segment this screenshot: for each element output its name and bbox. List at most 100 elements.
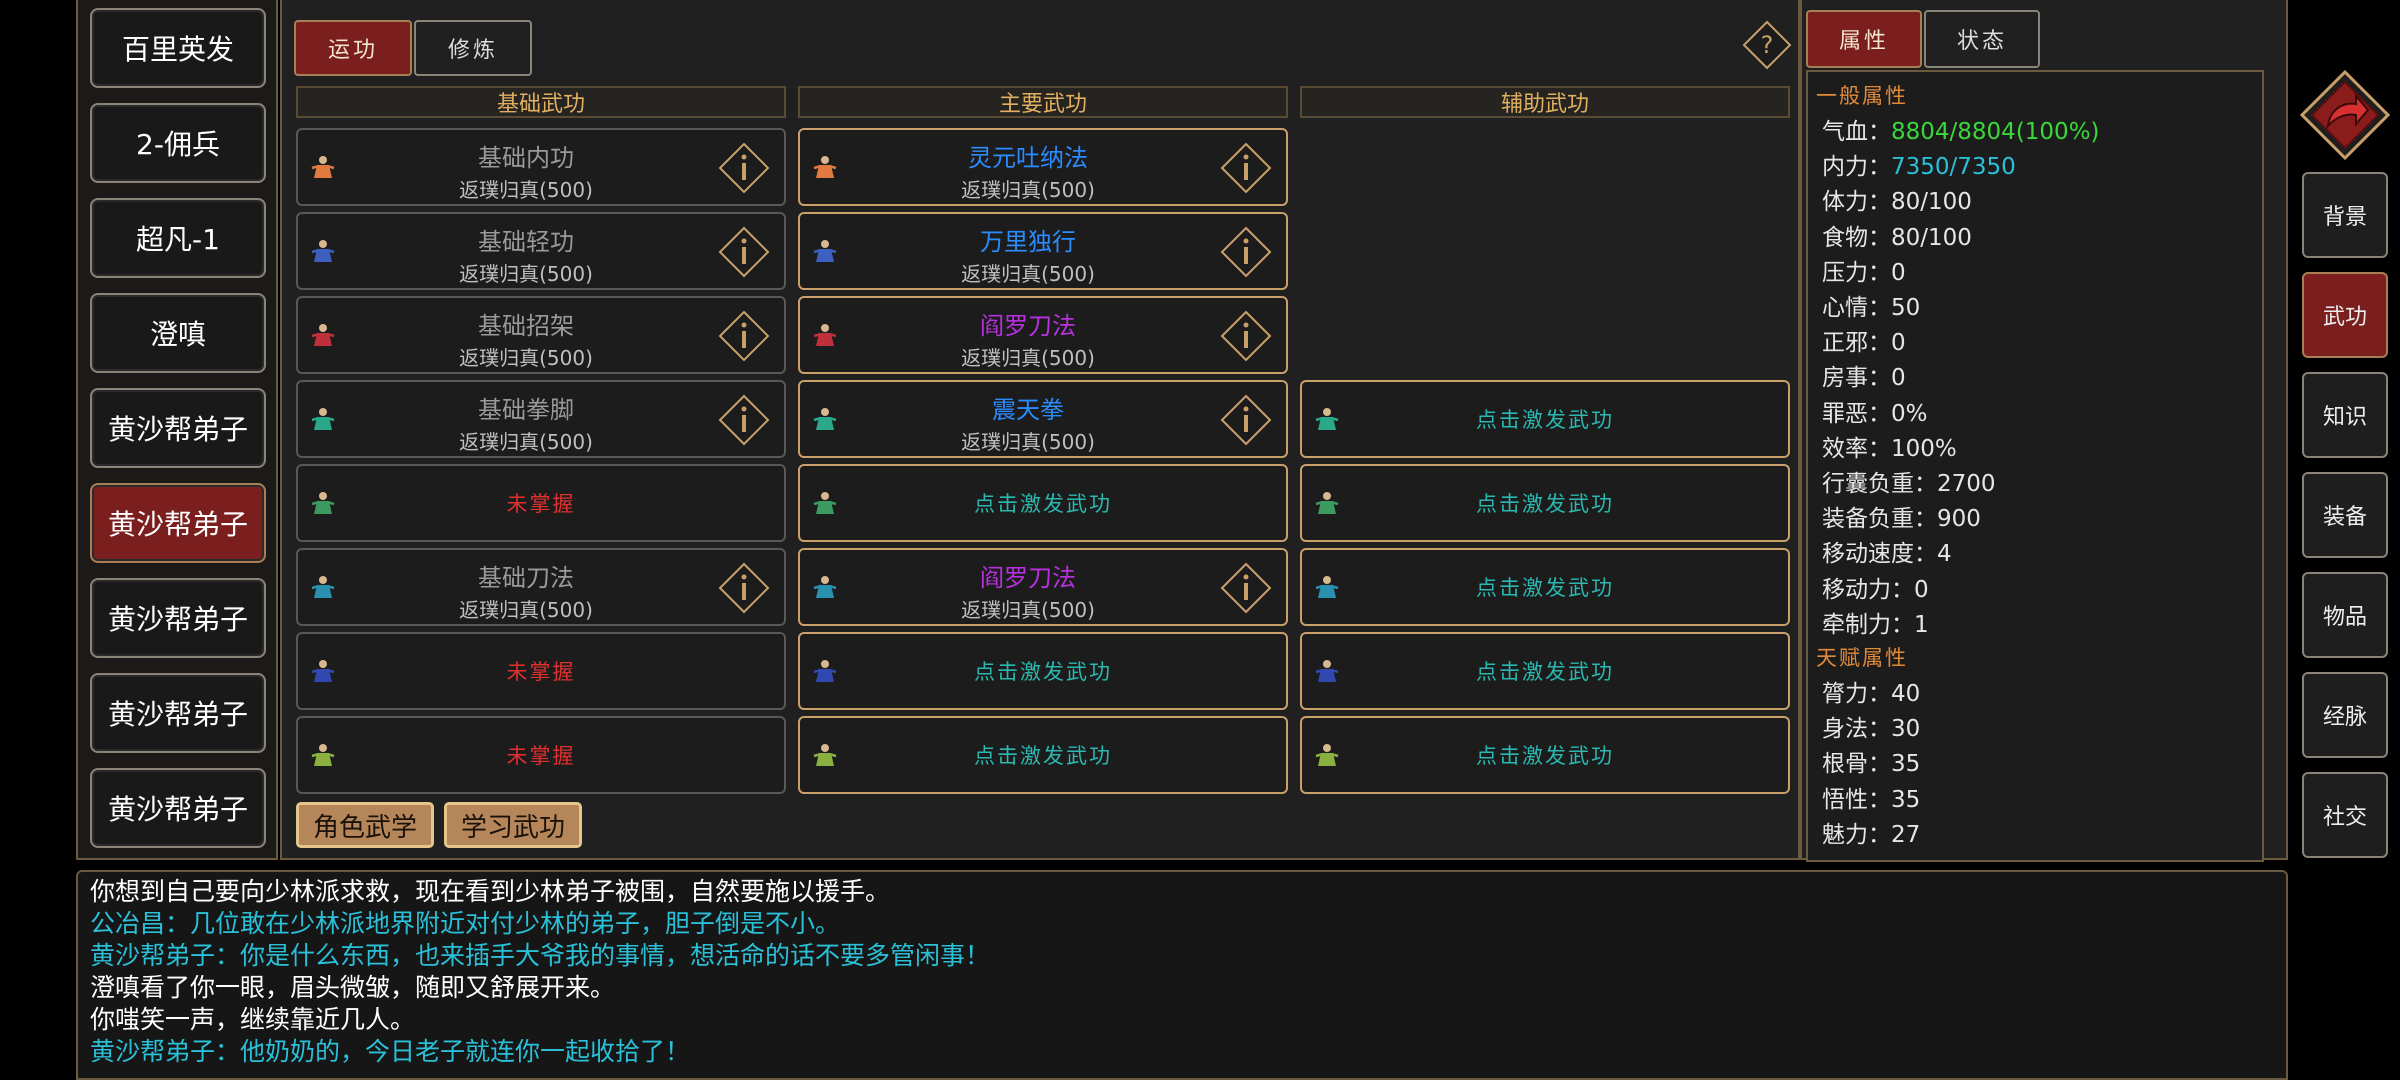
attribute-row: 行囊负重：2700 — [1822, 464, 1996, 498]
attribute-label: 移动力： — [1822, 576, 1914, 603]
skill-slot-basic[interactable]: 基础招架 返璞归真(500) — [296, 296, 786, 374]
tab-xiulian[interactable]: 修炼 — [414, 20, 532, 76]
skill-slot-aux[interactable]: 点击激发武功 — [1300, 464, 1790, 542]
attribute-value: 50 — [1891, 295, 1921, 321]
skill-slot-main[interactable]: 震天拳 返璞归真(500) — [798, 380, 1288, 458]
activate-skill-label: 点击激发武功 — [974, 492, 1112, 516]
fist-icon — [1315, 408, 1339, 430]
skill-slot-aux[interactable]: 点击激发武功 — [1300, 548, 1790, 626]
attribute-label: 身法： — [1822, 716, 1891, 743]
attribute-row: 气血：8804/8804(100%) — [1822, 112, 2100, 146]
help-icon[interactable]: ? — [1742, 20, 1792, 70]
activate-skill-label: 点击激发武功 — [1476, 660, 1614, 684]
skill-level: 返璞归真(500) — [459, 598, 593, 622]
nav-button[interactable]: 经脉 — [2302, 672, 2388, 758]
character-button[interactable]: 黄沙帮弟子 — [90, 388, 266, 468]
info-icon[interactable] — [1220, 226, 1272, 278]
attribute-row: 根骨：35 — [1822, 744, 1920, 778]
back-arrow-icon[interactable] — [2298, 68, 2392, 162]
skill-slot-aux[interactable]: 点击激发武功 — [1300, 716, 1790, 794]
attribute-row: 移动力：0 — [1822, 570, 1929, 604]
attribute-label: 体力： — [1822, 189, 1891, 216]
nav-button[interactable]: 背景 — [2302, 172, 2388, 258]
info-icon[interactable] — [718, 226, 770, 278]
info-icon[interactable] — [718, 562, 770, 614]
activate-skill-label: 点击激发武功 — [1476, 744, 1614, 768]
attribute-label: 罪恶： — [1822, 400, 1891, 427]
attribute-panel: 属性 状态 一般属性 气血：8804/8804(100%) 内力：7350/7350… — [1800, 0, 2288, 862]
skill-slot-basic[interactable]: 基础内功 返璞归真(500) — [296, 128, 786, 206]
skill-slot-main[interactable]: 阎罗刀法 返璞归真(500) — [798, 296, 1288, 374]
learn-martial-button[interactable]: 学习武功 — [444, 802, 582, 848]
attribute-label: 内力： — [1822, 154, 1891, 181]
nav-button[interactable]: 物品 — [2302, 572, 2388, 658]
skill-name: 灵元吐纳法 — [968, 144, 1088, 172]
info-icon[interactable] — [718, 394, 770, 446]
skill-slot-main[interactable]: 点击激发武功 — [798, 632, 1288, 710]
skill-slot-basic[interactable]: 基础刀法 返璞归真(500) — [296, 548, 786, 626]
skill-slot-basic[interactable]: 未掌握 — [296, 464, 786, 542]
character-button[interactable]: 超凡-1 — [90, 198, 266, 278]
skill-slot-aux[interactable]: 点击激发武功 — [1300, 380, 1790, 458]
attribute-value: 0% — [1891, 400, 1928, 427]
unlearned-label: 未掌握 — [506, 660, 576, 684]
nav-button[interactable]: 知识 — [2302, 372, 2388, 458]
character-button[interactable]: 黄沙帮弟子 — [90, 578, 266, 658]
attribute-value: 7350/7350 — [1891, 154, 2016, 181]
nav-button[interactable]: 武功 — [2302, 272, 2388, 358]
skill-slot-main[interactable]: 阎罗刀法 返璞归真(500) — [798, 548, 1288, 626]
tab-yungong[interactable]: 运功 — [294, 20, 412, 76]
column-header-basic: 基础武功 — [296, 86, 786, 118]
character-button[interactable]: 2-佣兵 — [90, 103, 266, 183]
attribute-label: 正邪： — [1822, 330, 1891, 357]
nav-button[interactable]: 社交 — [2302, 772, 2388, 858]
attribute-value: 0 — [1891, 259, 1906, 286]
skill-slot-basic[interactable]: 未掌握 — [296, 632, 786, 710]
info-icon[interactable] — [1220, 310, 1272, 362]
skill-level: 返璞归真(500) — [961, 430, 1095, 454]
info-icon[interactable] — [1220, 142, 1272, 194]
skill-slot-aux[interactable]: 点击激发武功 — [1300, 632, 1790, 710]
attribute-value: 80/100 — [1891, 189, 1972, 216]
skill-slot-main[interactable]: 点击激发武功 — [798, 464, 1288, 542]
attribute-list[interactable]: 一般属性 气血：8804/8804(100%) 内力：7350/7350 体力：80/… — [1806, 70, 2264, 862]
activate-skill-label: 点击激发武功 — [1476, 576, 1614, 600]
info-icon[interactable] — [718, 142, 770, 194]
character-button[interactable]: 黄沙帮弟子 — [90, 768, 266, 848]
skill-slot-main[interactable]: 点击激发武功 — [798, 716, 1288, 794]
message-log[interactable]: 你想到自己要向少林派求救，现在看到少林弟子被围，自然要施以援手。 公冶昌：几位敢在… — [76, 870, 2288, 1080]
attribute-label: 膂力： — [1822, 681, 1891, 707]
tab-attributes[interactable]: 属性 — [1806, 10, 1922, 68]
character-button[interactable]: 百里英发 — [90, 8, 266, 88]
attribute-value: 0 — [1891, 330, 1906, 357]
skill-slot-basic[interactable]: 基础拳脚 返璞归真(500) — [296, 380, 786, 458]
character-button[interactable]: 澄嗔 — [90, 293, 266, 373]
skill-slot-main[interactable]: 万里独行 返璞归真(500) — [798, 212, 1288, 290]
info-icon[interactable] — [1220, 394, 1272, 446]
info-icon[interactable] — [1220, 562, 1272, 614]
attribute-label: 行囊负重： — [1822, 471, 1937, 497]
whip-icon — [1315, 744, 1339, 766]
character-martial-button[interactable]: 角色武学 — [296, 802, 434, 848]
parry-icon — [311, 324, 335, 346]
staff-icon — [813, 660, 837, 682]
nav-button[interactable]: 装备 — [2302, 472, 2388, 558]
log-line: 你嗤笑一声，继续靠近几人。 — [90, 1005, 416, 1034]
skill-slot-basic[interactable]: 未掌握 — [296, 716, 786, 794]
attribute-value: 80/100 — [1891, 224, 1972, 251]
info-icon[interactable] — [718, 310, 770, 362]
log-line: 你想到自己要向少林派求救，现在看到少林弟子被围，自然要施以援手。 — [90, 877, 891, 906]
attribute-value: 30 — [1891, 716, 1921, 743]
meditation-icon — [813, 156, 837, 178]
tab-status[interactable]: 状态 — [1924, 10, 2040, 68]
character-button[interactable]: 黄沙帮弟子 — [90, 673, 266, 753]
attribute-row: 正邪：0 — [1822, 323, 1906, 357]
help-glyph: ? — [1761, 31, 1774, 59]
character-button[interactable]: 黄沙帮弟子 — [90, 483, 266, 563]
log-line: 公冶昌：几位敢在少林派地界附近对付少林的弟子，胆子倒是不小。 — [90, 909, 841, 938]
skill-slot-main[interactable]: 灵元吐纳法 返璞归真(500) — [798, 128, 1288, 206]
attribute-label: 根骨： — [1822, 751, 1891, 778]
column-header-main: 主要武功 — [798, 86, 1288, 118]
attribute-row: 食物：80/100 — [1822, 218, 1972, 252]
skill-slot-basic[interactable]: 基础轻功 返璞归真(500) — [296, 212, 786, 290]
